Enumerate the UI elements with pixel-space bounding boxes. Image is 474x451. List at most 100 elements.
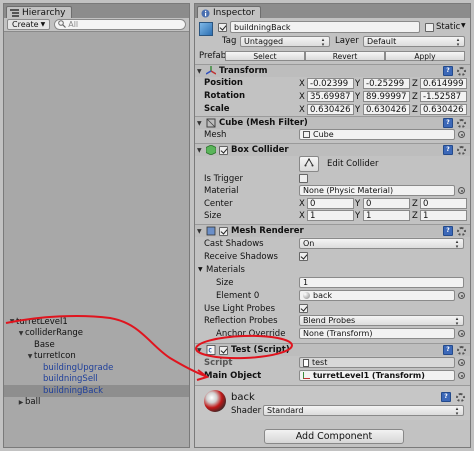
- expand-right-icon[interactable]: ▶: [17, 399, 25, 406]
- test-script-header[interactable]: ▼ C Test (Script) ?: [195, 343, 470, 356]
- element0-picker-icon[interactable]: [458, 292, 465, 299]
- transform-y-field[interactable]: 0.630426: [363, 104, 410, 115]
- script-icon: C: [206, 345, 216, 355]
- inspector-tab-label: Inspector: [213, 7, 255, 18]
- physic-material-field[interactable]: None (Physic Material): [299, 185, 455, 196]
- gear-icon[interactable]: [457, 345, 466, 355]
- transform-z-field[interactable]: 0.630426: [420, 104, 467, 115]
- fold-down-icon[interactable]: ▼: [197, 147, 206, 154]
- tree-item[interactable]: Base: [4, 339, 189, 351]
- mesh-picker-icon[interactable]: [458, 131, 465, 138]
- transform-z-field[interactable]: -1.52587: [420, 91, 467, 102]
- test-script-enabled-checkbox[interactable]: [219, 345, 228, 355]
- help-book-icon[interactable]: ?: [443, 226, 453, 236]
- hierarchy-search-input[interactable]: All: [54, 19, 186, 30]
- static-dropdown-icon[interactable]: ▼: [461, 22, 466, 29]
- transform-header[interactable]: ▼ Transform ?: [195, 64, 470, 77]
- transform-x-field[interactable]: 0.630426: [307, 104, 354, 115]
- prefab-select-button[interactable]: Select: [225, 51, 305, 61]
- is-trigger-checkbox[interactable]: [299, 174, 308, 183]
- box-collider-header[interactable]: ▼ Box Collider ?: [195, 143, 470, 156]
- mesh-renderer-header[interactable]: ▼ Mesh Renderer ?: [195, 224, 470, 237]
- gear-icon[interactable]: [456, 393, 465, 402]
- material-name: back: [231, 392, 255, 403]
- reflection-probes-dropdown[interactable]: Blend Probes: [299, 315, 464, 326]
- tab-hierarchy[interactable]: Hierarchy: [6, 6, 72, 18]
- main-object-picker-icon[interactable]: [458, 372, 465, 379]
- help-book-icon[interactable]: ?: [443, 345, 453, 355]
- tab-inspector[interactable]: Inspector: [197, 6, 261, 18]
- tree-item[interactable]: ▼ turretIcon: [4, 351, 189, 363]
- main-object-value: turretLevel1 (Transform): [313, 371, 425, 380]
- element0-field[interactable]: back: [299, 290, 455, 301]
- tree-item[interactable]: ▼ turretLevel1: [4, 316, 189, 328]
- center-x-field[interactable]: 0: [307, 198, 354, 209]
- transform-row-label: Position: [204, 78, 243, 88]
- tree-item[interactable]: ▼ colliderRange: [4, 328, 189, 340]
- prefab-apply-button[interactable]: Apply: [385, 51, 465, 61]
- box-collider-enabled-checkbox[interactable]: [219, 145, 228, 155]
- expand-down-icon[interactable]: ▼: [8, 318, 16, 325]
- gear-icon[interactable]: [457, 226, 466, 236]
- size-x-field[interactable]: 1: [307, 210, 354, 221]
- anchor-override-picker-icon[interactable]: [458, 330, 465, 337]
- materials-fold-icon[interactable]: ▼: [198, 266, 203, 273]
- expand-down-icon[interactable]: ▼: [26, 353, 34, 360]
- tree-item[interactable]: ▶ ball: [4, 397, 189, 409]
- help-book-icon[interactable]: ?: [443, 118, 453, 128]
- create-button[interactable]: Create ▼: [7, 19, 51, 30]
- center-z-field[interactable]: 0: [420, 198, 467, 209]
- shader-dropdown[interactable]: Standard: [263, 405, 464, 416]
- object-name-field[interactable]: buildningBack: [230, 21, 420, 33]
- fold-down-icon[interactable]: ▼: [197, 120, 206, 127]
- static-checkbox[interactable]: [425, 23, 434, 32]
- help-book-icon[interactable]: ?: [443, 66, 453, 76]
- layer-dropdown[interactable]: Default: [363, 36, 465, 47]
- fold-down-icon[interactable]: ▼: [197, 68, 206, 75]
- transform-y-field[interactable]: -0.25299: [363, 78, 410, 89]
- size-z-field[interactable]: 1: [420, 210, 467, 221]
- light-probes-checkbox[interactable]: [299, 304, 308, 313]
- edit-collider-label: Edit Collider: [327, 159, 379, 169]
- expand-down-icon[interactable]: ▼: [17, 330, 25, 337]
- fold-down-icon[interactable]: ▼: [197, 228, 206, 235]
- gear-icon[interactable]: [457, 66, 466, 76]
- receive-shadows-checkbox[interactable]: [299, 252, 308, 261]
- tree-item[interactable]: buildningSell: [4, 374, 189, 386]
- materials-size-field[interactable]: 1: [299, 277, 464, 288]
- main-object-field[interactable]: turretLevel1 (Transform): [299, 370, 455, 381]
- material-preview-sphere: [204, 390, 226, 412]
- active-checkbox[interactable]: [218, 23, 227, 32]
- box-collider-actions: ?: [443, 145, 466, 155]
- prefab-revert-button[interactable]: Revert: [305, 51, 385, 61]
- tag-dropdown[interactable]: Untagged: [240, 36, 330, 47]
- size-y-field[interactable]: 1: [363, 210, 410, 221]
- help-book-icon[interactable]: ?: [443, 145, 453, 155]
- gear-icon[interactable]: [457, 118, 466, 128]
- cast-shadows-value: On: [303, 239, 315, 248]
- center-y-field[interactable]: 0: [363, 198, 410, 209]
- script-picker-icon[interactable]: [458, 359, 465, 366]
- physic-material-picker-icon[interactable]: [458, 187, 465, 194]
- tree-item[interactable]: buildningBack: [4, 385, 189, 397]
- tree-item[interactable]: buildingUpgrade: [4, 362, 189, 374]
- help-book-icon[interactable]: ?: [441, 392, 451, 402]
- cast-shadows-dropdown[interactable]: On: [299, 238, 464, 249]
- transform-y-field[interactable]: 89.99997: [363, 91, 410, 102]
- anchor-override-field[interactable]: None (Transform): [299, 328, 455, 339]
- edit-collider-button[interactable]: [299, 156, 319, 172]
- transform-row-label: Rotation: [204, 91, 246, 101]
- fold-down-icon[interactable]: ▼: [197, 347, 206, 354]
- mesh-filter-header[interactable]: ▼ Cube (Mesh Filter) ?: [195, 116, 470, 129]
- test-script-title: Test (Script): [231, 345, 290, 355]
- transform-x-field[interactable]: 35.69987: [307, 91, 354, 102]
- gear-icon[interactable]: [457, 145, 466, 155]
- script-label: Script: [204, 358, 233, 368]
- tag-value: Untagged: [244, 37, 284, 46]
- transform-z-field[interactable]: 0.614999: [420, 78, 467, 89]
- transform-x-field[interactable]: -0.02399: [307, 78, 354, 89]
- mesh-renderer-enabled-checkbox[interactable]: [219, 226, 228, 236]
- add-component-button[interactable]: Add Component: [264, 429, 404, 444]
- mesh-field[interactable]: Cube: [299, 129, 455, 140]
- transform-icon: [205, 66, 217, 76]
